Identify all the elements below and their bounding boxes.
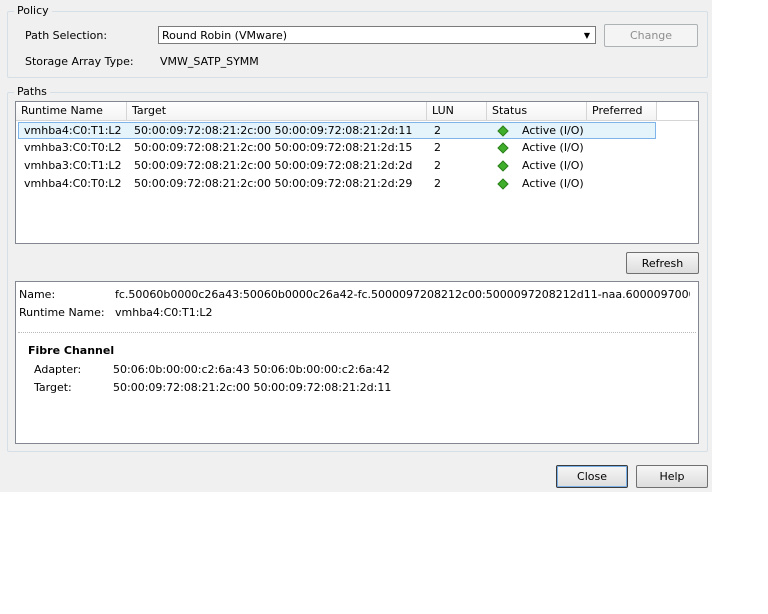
runtime-name-cell: vmhba4:C0:T1:L2 <box>24 124 122 137</box>
column-header-target[interactable]: Target <box>127 102 427 120</box>
runtime-name-cell: vmhba4:C0:T0:L2 <box>24 177 122 190</box>
target-cell: 50:00:09:72:08:21:2c:00 50:00:09:72:08:2… <box>134 124 413 137</box>
close-button[interactable]: Close <box>556 465 628 488</box>
fibre-channel-title: Fibre Channel <box>28 344 115 357</box>
target-cell: 50:00:09:72:08:21:2c:00 50:00:09:72:08:2… <box>134 177 413 190</box>
path-selection-dropdown[interactable]: Round Robin (VMware) ▼ <box>158 26 596 44</box>
help-button[interactable]: Help <box>636 465 708 488</box>
paths-group-title: Paths <box>14 85 50 99</box>
details-separator <box>18 332 696 333</box>
active-status-icon <box>497 160 509 172</box>
lun-cell: 2 <box>434 159 441 172</box>
path-selection-label: Path Selection: <box>25 29 108 42</box>
adapter-label: Adapter: <box>34 363 82 376</box>
path-details-panel: Name: fc.50060b0000c26a43:50060b0000c26a… <box>15 281 699 444</box>
column-header-runtime-name[interactable]: Runtime Name <box>16 102 127 120</box>
status-cell: Active (I/O) <box>522 177 584 190</box>
table-row[interactable]: vmhba4:C0:T1:L2 50:00:09:72:08:21:2c:00 … <box>18 122 656 139</box>
adapter-value: 50:06:0b:00:00:c2:6a:43 50:06:0b:00:00:c… <box>113 363 390 376</box>
storage-array-type-label: Storage Array Type: <box>25 55 134 68</box>
manage-paths-dialog: Policy Path Selection: Round Robin (VMwa… <box>0 0 712 492</box>
active-status-icon <box>497 125 509 137</box>
runtime-name-value: vmhba4:C0:T1:L2 <box>115 306 213 319</box>
paths-table[interactable]: Runtime Name Target LUN Status Preferred… <box>15 101 699 244</box>
column-header-lun[interactable]: LUN <box>427 102 487 120</box>
table-row[interactable]: vmhba3:C0:T1:L2 50:00:09:72:08:21:2c:00 … <box>18 158 656 175</box>
status-cell: Active (I/O) <box>522 159 584 172</box>
column-header-status[interactable]: Status <box>487 102 587 120</box>
refresh-button[interactable]: Refresh <box>626 252 699 274</box>
target-cell: 50:00:09:72:08:21:2c:00 50:00:09:72:08:2… <box>134 159 413 172</box>
lun-cell: 2 <box>434 141 441 154</box>
target-cell: 50:00:09:72:08:21:2c:00 50:00:09:72:08:2… <box>134 141 413 154</box>
runtime-name-label: Runtime Name: <box>19 306 105 319</box>
name-value: fc.50060b0000c26a43:50060b0000c26a42-fc.… <box>115 288 690 301</box>
paths-table-header: Runtime Name Target LUN Status Preferred <box>16 102 698 121</box>
policy-group-title: Policy <box>14 4 52 18</box>
lun-cell: 2 <box>434 177 441 190</box>
change-button[interactable]: Change <box>604 24 698 47</box>
column-header-preferred[interactable]: Preferred <box>587 102 657 120</box>
storage-array-type-value: VMW_SATP_SYMM <box>160 55 259 68</box>
target-value: 50:00:09:72:08:21:2c:00 50:00:09:72:08:2… <box>113 381 392 394</box>
table-row[interactable]: vmhba4:C0:T0:L2 50:00:09:72:08:21:2c:00 … <box>18 176 656 193</box>
target-label: Target: <box>34 381 72 394</box>
table-row[interactable]: vmhba3:C0:T0:L2 50:00:09:72:08:21:2c:00 … <box>18 140 656 157</box>
lun-cell: 2 <box>434 124 441 137</box>
active-status-icon <box>497 142 509 154</box>
chevron-down-icon[interactable]: ▼ <box>580 28 594 42</box>
runtime-name-cell: vmhba3:C0:T1:L2 <box>24 159 122 172</box>
status-cell: Active (I/O) <box>522 141 584 154</box>
path-selection-value: Round Robin (VMware) <box>162 29 288 42</box>
status-cell: Active (I/O) <box>522 124 584 137</box>
runtime-name-cell: vmhba3:C0:T0:L2 <box>24 141 122 154</box>
active-status-icon <box>497 178 509 190</box>
name-label: Name: <box>19 288 56 301</box>
